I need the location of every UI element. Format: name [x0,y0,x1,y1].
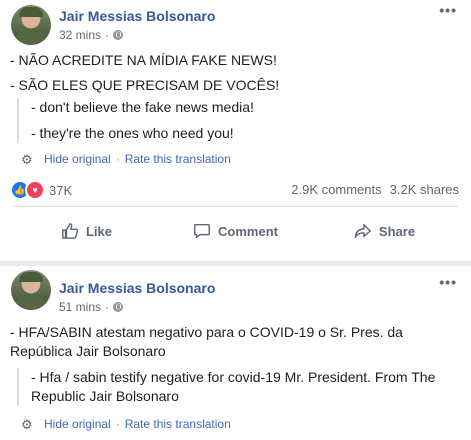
shares-count-link[interactable]: 3.2K shares [390,182,459,197]
engagement-stats: 2.9K comments 3.2K shares [291,182,459,197]
translation-controls: ⚙ Hide original · Rate this translation [21,152,231,166]
reaction-summary[interactable]: 👍 ♥ 37K [10,180,72,200]
translation-controls: ⚙ Hide original · Rate this translation [21,417,231,431]
meta-separator: · [105,300,110,314]
share-arrow-icon [354,223,371,239]
translation-block: - don't believe the fake news media! - t… [17,98,254,143]
author-name[interactable]: Jair Messias Bolsonaro [59,280,215,296]
comments-count-link[interactable]: 2.9K comments [291,182,381,197]
hide-original-link[interactable]: Hide original [44,417,111,431]
reaction-count: 37K [49,182,73,198]
gear-icon[interactable]: ⚙ [21,153,34,166]
post-timestamp[interactable]: 51 mins [59,300,101,314]
rate-translation-link[interactable]: Rate this translation [125,152,231,166]
share-label: Share [378,223,416,239]
post-card: Jair Messias Bolsonaro 32 mins · ••• - N… [0,0,471,261]
more-options-icon[interactable]: ••• [439,2,457,18]
post-card: Jair Messias Bolsonaro 51 mins · ••• - H… [0,266,471,440]
like-label: Like [85,223,112,239]
post-text-line: - NÃO ACREDITE NA MÍDIA FAKE NEWS! [10,52,277,68]
post-text: - HFA/SABIN atestam negativo para o COVI… [10,324,403,359]
separator-dot: · [115,152,120,166]
share-button[interactable]: Share [310,212,459,250]
globe-icon[interactable] [113,30,124,40]
rate-translation-link[interactable]: Rate this translation [125,417,231,431]
post-meta: 32 mins · [59,28,124,42]
translation-block: - Hfa / sabin testify negative for covid… [17,368,441,406]
translation-text: - Hfa / sabin testify negative for covid… [31,369,436,404]
translation-line: - don't believe the fake news media! [31,99,254,115]
action-bar: Like Comment Share [12,212,459,250]
avatar[interactable] [11,5,51,45]
hide-original-link[interactable]: Hide original [44,152,111,166]
thumbs-up-icon [62,223,79,239]
like-button[interactable]: Like [12,212,161,250]
separator-dot: · [115,417,120,431]
meta-separator: · [105,28,110,42]
more-options-icon[interactable]: ••• [439,274,457,290]
globe-icon[interactable] [113,302,124,312]
post-text-line: - SÃO ELES QUE PRECISAM DE VOCÊS! [10,77,280,93]
divider [12,206,459,207]
gear-icon[interactable]: ⚙ [21,418,34,431]
author-name[interactable]: Jair Messias Bolsonaro [59,8,215,24]
speech-bubble-icon [194,223,210,239]
post-timestamp[interactable]: 32 mins [59,28,101,42]
post-meta: 51 mins · [59,300,124,314]
translation-line: - they're the ones who need you! [31,125,234,141]
love-reaction-icon: ♥ [25,180,45,200]
comment-label: Comment [218,223,278,239]
comment-button[interactable]: Comment [161,212,310,250]
avatar[interactable] [11,270,51,310]
